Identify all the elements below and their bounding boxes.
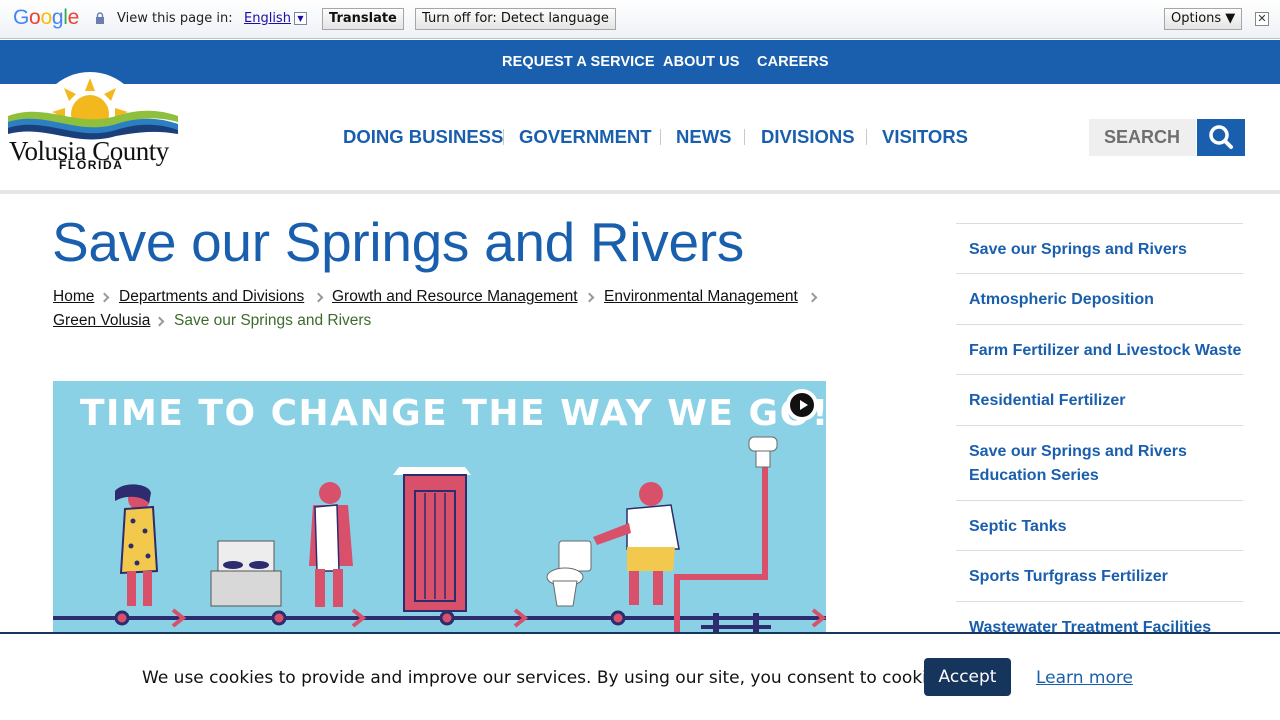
sidebar-item-wastewater[interactable]: Wastewater Treatment Facilities and (956, 601, 1243, 632)
translate-button[interactable]: Translate (322, 8, 404, 30)
nav-news[interactable]: NEWS (676, 126, 732, 148)
sidebar-item-education-series[interactable]: Save our Springs and Rivers Education Se… (956, 425, 1243, 500)
chevron-right-icon (99, 292, 110, 303)
view-page-label: View this page in: (117, 11, 233, 26)
nav-separator (503, 129, 504, 145)
header-divider (0, 190, 1280, 194)
cookie-accept-button[interactable]: Accept (924, 658, 1011, 696)
top-utility-nav: REQUEST A SERVICE ABOUT US CAREERS (0, 40, 1280, 84)
chevron-right-icon (313, 292, 324, 303)
nav-separator (866, 129, 867, 145)
nav-government[interactable]: GOVERNMENT (519, 126, 652, 148)
hero-video[interactable]: TIME TO CHANGE THE WAY WE GO! (53, 381, 826, 633)
cookie-learn-more-link[interactable]: Learn more (1036, 668, 1133, 688)
close-icon[interactable]: ✕ (1255, 12, 1269, 26)
nav-request-service[interactable]: REQUEST A SERVICE (502, 54, 655, 70)
sidebar-item-atmospheric[interactable]: Atmospheric Deposition (956, 273, 1243, 324)
cookie-banner: We use cookies to provide and improve ou… (0, 632, 1280, 720)
lock-icon (96, 12, 104, 24)
nav-separator (660, 129, 661, 145)
nav-separator (744, 129, 745, 145)
nav-divisions[interactable]: DIVISIONS (761, 126, 855, 148)
sidebar-item-farm-fertilizer[interactable]: Farm Fertilizer and Livestock Waste (956, 324, 1243, 374)
sidebar-item-septic-tanks[interactable]: Septic Tanks (956, 500, 1243, 550)
cookie-message: We use cookies to provide and improve ou… (142, 668, 952, 688)
language-link[interactable]: English (244, 11, 291, 26)
breadcrumb-current: Save our Springs and Rivers (174, 312, 372, 329)
page-title: Save our Springs and Rivers (52, 211, 744, 273)
search-button[interactable] (1197, 119, 1245, 156)
nav-visitors[interactable]: VISITORS (882, 126, 968, 148)
sidebar-item-residential-fertilizer[interactable]: Residential Fertilizer (956, 374, 1243, 425)
breadcrumb-departments[interactable]: Departments and Divisions (119, 288, 304, 305)
sidebar-item-save-springs[interactable]: Save our Springs and Rivers (956, 223, 1243, 273)
options-button[interactable]: Options ▼ (1164, 8, 1243, 30)
turn-off-button[interactable]: Turn off for: Detect language (415, 8, 616, 30)
search-box (1089, 119, 1196, 156)
breadcrumb-environmental[interactable]: Environmental Management (604, 288, 798, 305)
chevron-right-icon (584, 292, 595, 303)
nav-careers[interactable]: CAREERS (757, 54, 829, 70)
nav-doing-business[interactable]: DOING BUSINESS (343, 126, 503, 148)
breadcrumb-home[interactable]: Home (53, 288, 94, 305)
logo-state-name: FLORIDA (59, 158, 124, 172)
search-input[interactable] (1089, 119, 1196, 156)
breadcrumb-growth[interactable]: Growth and Resource Management (332, 288, 578, 305)
chevron-right-icon (154, 316, 165, 327)
google-translate-bar: Google View this page in: English ▼ Tran… (0, 0, 1280, 39)
language-dropdown-icon[interactable]: ▼ (294, 12, 307, 25)
hero-illustration (53, 436, 826, 633)
breadcrumb-green-volusia[interactable]: Green Volusia (53, 312, 150, 329)
google-logo: Google (13, 6, 79, 29)
chevron-right-icon (807, 292, 818, 303)
sidebar-item-sports-turfgrass[interactable]: Sports Turfgrass Fertilizer (956, 550, 1243, 601)
nav-about-us[interactable]: ABOUT US (663, 54, 740, 70)
search-icon (1209, 125, 1233, 149)
